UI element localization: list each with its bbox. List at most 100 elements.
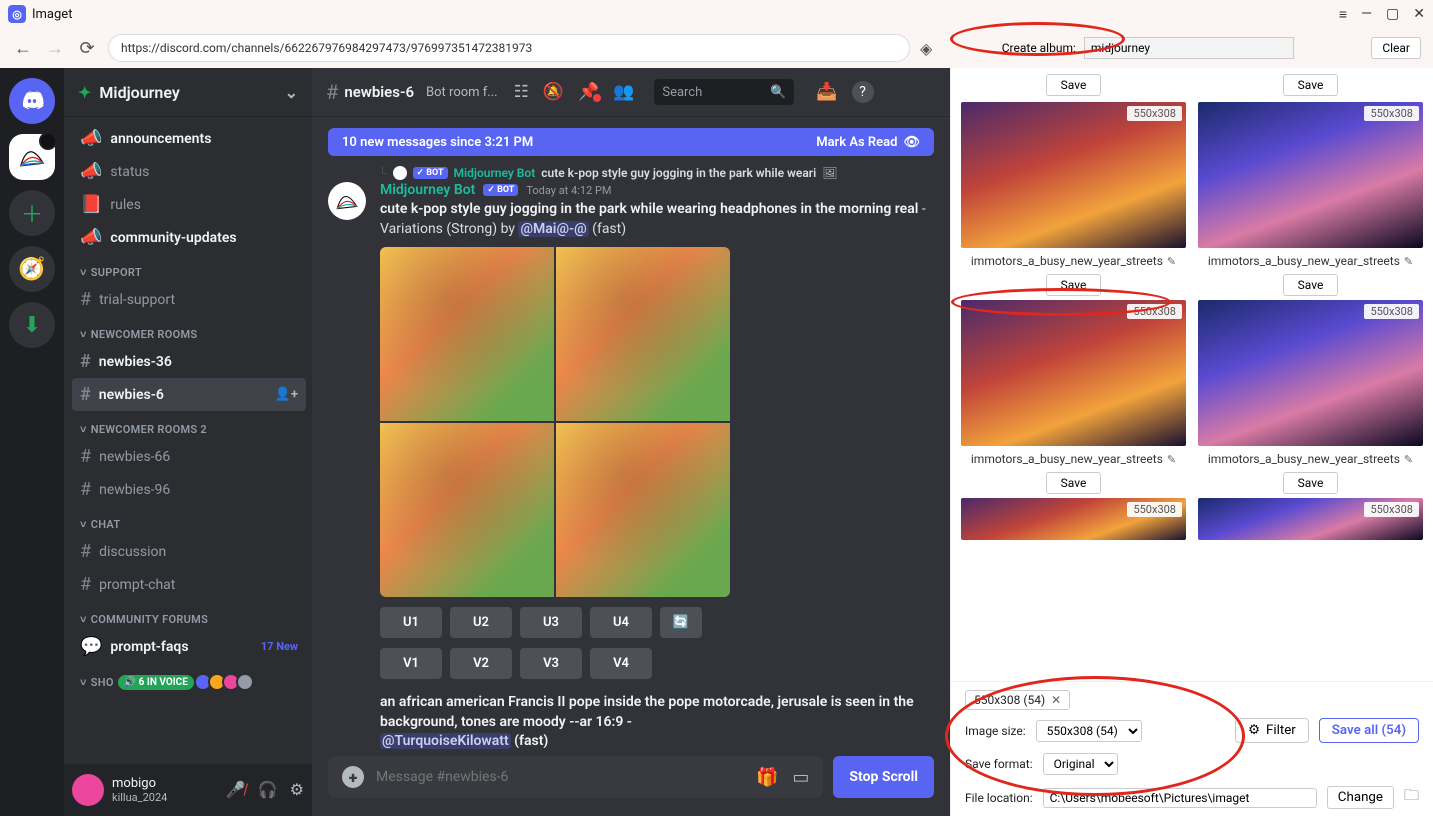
reroll-button[interactable]: 🔄 xyxy=(660,607,702,638)
save-button[interactable]: Save xyxy=(1283,274,1339,296)
download-apps-button[interactable]: ⬇ xyxy=(9,302,55,348)
maximize-button[interactable]: ▢ xyxy=(1386,6,1399,23)
user-settings-button[interactable]: ⚙ xyxy=(290,780,304,800)
channel-item[interactable]: 💬prompt-faqs17 New xyxy=(72,630,306,663)
chip-remove-icon[interactable]: ✕ xyxy=(1051,693,1061,707)
thumbnail-filename[interactable]: immotors_a_busy_new_year_streets✎ xyxy=(1208,452,1413,466)
image-tile[interactable] xyxy=(556,423,730,597)
message-input[interactable] xyxy=(376,769,744,785)
filter-button[interactable]: ⚙Filter xyxy=(1235,718,1309,743)
channel-item[interactable]: #discussion xyxy=(72,535,306,568)
channel-item[interactable]: 📣community-updates xyxy=(72,221,306,254)
edit-icon[interactable]: ✎ xyxy=(1404,255,1413,268)
user-avatar[interactable] xyxy=(72,774,104,806)
stop-scroll-button[interactable]: Stop Scroll xyxy=(833,756,934,798)
gif-icon[interactable]: ▭ xyxy=(792,767,809,788)
minimize-button[interactable]: ― xyxy=(1361,6,1372,23)
upscale-button[interactable]: U2 xyxy=(450,607,512,638)
midjourney-server-button[interactable] xyxy=(9,134,55,180)
second-mention[interactable]: @TurquoiseKilowatt xyxy=(380,733,511,749)
image-attachment-grid[interactable] xyxy=(380,247,730,597)
mention[interactable]: @Mai@-@ xyxy=(518,221,588,237)
image-tile[interactable] xyxy=(380,247,554,421)
thumbnail-image[interactable]: 550x308 xyxy=(961,300,1186,446)
thumbnail-filename[interactable]: immotors_a_busy_new_year_streets✎ xyxy=(971,254,1176,268)
thumbnail-image[interactable]: 550x308 xyxy=(1198,102,1423,248)
clear-button[interactable]: Clear xyxy=(1371,37,1421,59)
thumbnail-filename[interactable]: immotors_a_busy_new_year_streets✎ xyxy=(1208,254,1413,268)
save-button[interactable]: Save xyxy=(1283,74,1339,96)
image-tile[interactable] xyxy=(380,423,554,597)
help-icon[interactable]: ? xyxy=(852,81,874,103)
image-tile[interactable] xyxy=(556,247,730,421)
thumbnail-image[interactable]: 550x308 xyxy=(1198,300,1423,446)
variation-button[interactable]: V2 xyxy=(450,648,512,679)
voice-row[interactable]: SHO🔊 6 IN VOICE xyxy=(72,663,306,701)
edit-icon[interactable]: ✎ xyxy=(1404,453,1413,466)
close-button[interactable]: ✕ xyxy=(1413,6,1425,23)
bot-avatar[interactable] xyxy=(328,182,366,220)
thumbnail-image[interactable]: 550x308 xyxy=(1198,498,1423,540)
save-all-button[interactable]: Save all (54) xyxy=(1319,718,1419,743)
channel-item[interactable]: #prompt-chat xyxy=(72,568,306,601)
upscale-button[interactable]: U3 xyxy=(520,607,582,638)
mark-as-read-button[interactable]: Mark As Read xyxy=(816,135,897,150)
reply-preview[interactable]: └ ✓ BOT Midjourney Bot cute k-pop style … xyxy=(378,166,934,180)
category-header[interactable]: NEWCOMER ROOMS 2 xyxy=(72,411,306,440)
thumbnail-image[interactable]: 550x308 xyxy=(961,498,1186,540)
message-author[interactable]: Midjourney Bot xyxy=(380,182,475,198)
category-header[interactable]: NEWCOMER ROOMS xyxy=(72,316,306,345)
upscale-button[interactable]: U4 xyxy=(590,607,652,638)
search-box[interactable]: Search 🔍 xyxy=(654,79,794,105)
channel-item[interactable]: #trial-support xyxy=(72,283,306,316)
variation-button[interactable]: V3 xyxy=(520,648,582,679)
member-list-icon[interactable]: 👥 xyxy=(613,82,634,102)
channel-item[interactable]: 📕rules xyxy=(72,188,306,221)
open-folder-icon[interactable]: 🗀 xyxy=(1404,785,1419,810)
add-server-button[interactable]: ＋ xyxy=(9,190,55,236)
edit-icon[interactable]: ✎ xyxy=(1167,453,1176,466)
edit-icon[interactable]: ✎ xyxy=(1167,255,1176,268)
channel-item[interactable]: 📣status xyxy=(72,155,306,188)
thumbnail-image[interactable]: 550x308 xyxy=(961,102,1186,248)
discord-home-button[interactable] xyxy=(9,78,55,124)
channel-list[interactable]: 📣announcements📣status📕rules📣community-up… xyxy=(64,116,312,764)
save-format-select[interactable]: Original xyxy=(1043,753,1118,775)
category-header[interactable]: SUPPORT xyxy=(72,254,306,283)
extract-icon[interactable]: ◈ xyxy=(920,39,932,58)
album-name-input[interactable] xyxy=(1084,37,1294,59)
inbox-icon[interactable]: 📥 xyxy=(816,82,837,102)
url-input[interactable] xyxy=(108,34,910,62)
save-button[interactable]: Save xyxy=(1046,472,1102,494)
channel-item[interactable]: #newbies-36 xyxy=(72,345,306,378)
category-header[interactable]: COMMUNITY FORUMS xyxy=(72,601,306,630)
variation-button[interactable]: V1 xyxy=(380,648,442,679)
change-location-button[interactable]: Change xyxy=(1327,786,1394,809)
channel-item[interactable]: #newbies-66 xyxy=(72,440,306,473)
pinned-messages-icon[interactable]: 📌 xyxy=(578,82,599,102)
server-header[interactable]: ✦ Midjourney ⌄ xyxy=(64,68,312,116)
upscale-button[interactable]: U1 xyxy=(380,607,442,638)
thumbnail-area[interactable]: Save Save 550x308 immotors_a_busy_new_ye… xyxy=(951,68,1433,681)
thumbnail-filename[interactable]: immotors_a_busy_new_year_streets✎ xyxy=(971,452,1176,466)
channel-item[interactable]: 📣announcements xyxy=(72,122,306,155)
notification-mute-icon[interactable]: 🔕 xyxy=(543,82,564,102)
gift-icon[interactable]: 🎁 xyxy=(756,767,778,788)
save-button[interactable]: Save xyxy=(1283,472,1339,494)
headphones-button[interactable]: 🎧 xyxy=(258,780,278,800)
chat-body[interactable]: 10 new messages since 3:21 PM Mark As Re… xyxy=(312,116,950,756)
nav-back-button[interactable]: ← xyxy=(12,38,34,59)
reload-button[interactable]: ⟳ xyxy=(76,38,98,59)
mute-mic-button[interactable]: 🎤̸ xyxy=(226,780,246,800)
chat-input[interactable]: + 🎁 ▭ xyxy=(328,756,823,798)
file-location-input[interactable] xyxy=(1043,788,1317,808)
add-friend-icon[interactable]: 👤+ xyxy=(275,387,298,402)
category-header[interactable]: CHAT xyxy=(72,506,306,535)
save-button[interactable]: Save xyxy=(1046,274,1102,296)
threads-icon[interactable]: ☷ xyxy=(514,82,529,102)
image-size-select[interactable]: 550x308 (54) xyxy=(1036,720,1142,742)
hamburger-icon[interactable]: ≡ xyxy=(1339,6,1347,23)
size-filter-chip[interactable]: 550x308 (54) ✕ xyxy=(965,690,1070,710)
attach-button[interactable]: + xyxy=(342,766,364,788)
nav-forward-button[interactable]: → xyxy=(44,38,66,59)
